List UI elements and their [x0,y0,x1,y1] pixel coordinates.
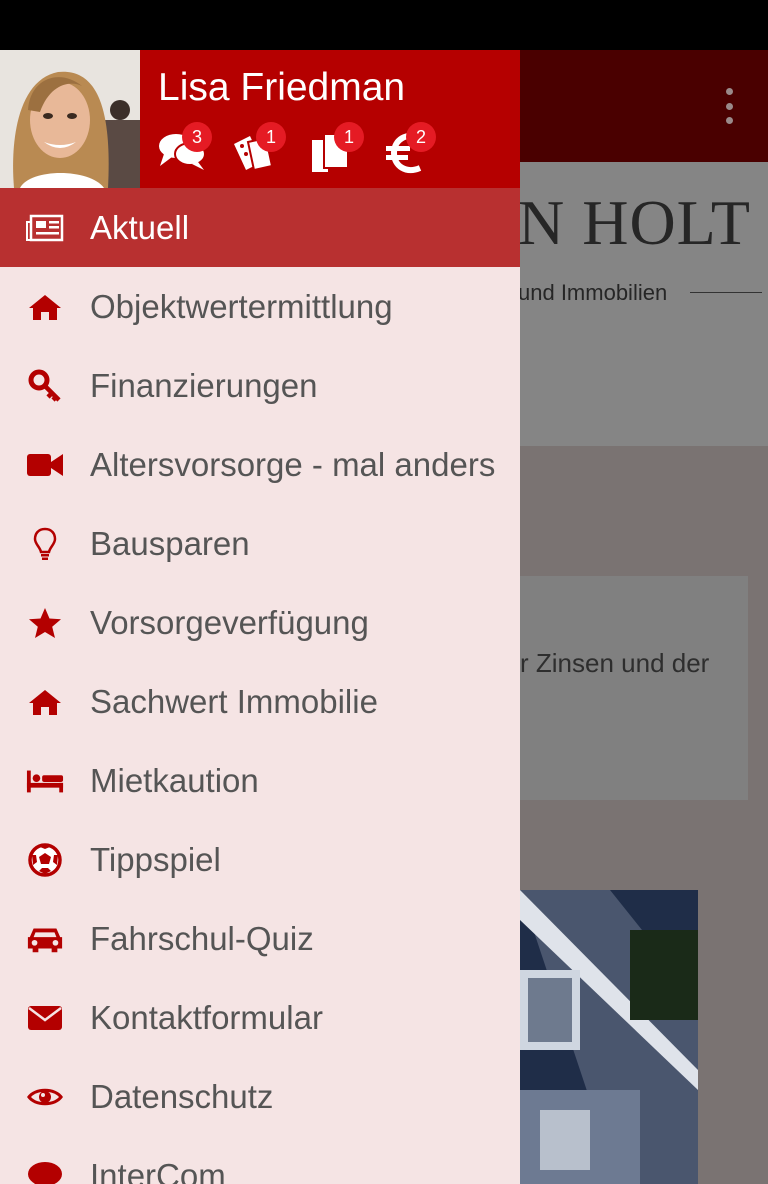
star-icon [26,604,64,642]
logo-divider [690,292,762,293]
avatar[interactable] [0,50,140,188]
menu-item-label: Datenschutz [90,1077,274,1115]
lightbulb-icon [26,525,64,563]
documents-badge: 1 [334,122,364,152]
home-icon [26,683,64,721]
messages-badge: 3 [182,122,212,152]
menu-item-label: Sachwert Immobilie [90,682,378,720]
newspaper-icon [26,209,64,247]
menu-item-finanzierungen[interactable]: Finanzierungen [0,346,520,425]
menu-item-label: Fahrschul-Quiz [90,919,314,957]
menu-item-altersvorsorge[interactable]: Altersvorsorge - mal anders [0,425,520,504]
menu-item-label: Tippspiel [90,840,221,878]
logo-subtitle: und Immobilien [518,280,668,305]
menu-item-label: Aktuell [90,208,190,246]
menu-item-label: Altersvorsorge - mal anders [90,445,496,483]
drawer-menu: Aktuell Objektwertermittlung Finanzierun… [0,188,520,1184]
menu-item-bausparen[interactable]: Bausparen [0,504,520,583]
car-icon [26,920,64,958]
soccer-ball-icon [26,841,64,879]
menu-item-label: Mietkaution [90,761,259,799]
menu-item-label: Vorsorgeverfügung [90,603,369,641]
menu-item-sachwert-immobilie[interactable]: Sachwert Immobilie [0,662,520,741]
menu-item-label: Kontaktformular [90,998,323,1036]
menu-item-label: InterCom [90,1156,226,1184]
documents-shortcut[interactable]: 1 [310,122,366,178]
eye-icon [26,1078,64,1116]
bed-icon [26,762,64,800]
menu-item-label: Objektwertermittlung [90,287,393,325]
menu-item-aktuell[interactable]: Aktuell [0,188,520,267]
chat-bubble-icon [26,1157,64,1184]
payments-shortcut[interactable]: 2 [386,122,442,178]
payments-badge: 2 [406,122,436,152]
menu-item-mietkaution[interactable]: Mietkaution [0,741,520,820]
news-card-text: r Zinsen und der [520,648,710,678]
key-icon [26,367,64,405]
coupons-shortcut[interactable]: 1 [232,122,288,178]
drawer-header: Lisa Friedman 3 1 1 2 [0,50,520,188]
home-icon [26,288,64,326]
menu-item-label: Finanzierungen [90,366,318,404]
envelope-icon [26,999,64,1037]
menu-item-vorsorgeverfuegung[interactable]: Vorsorgeverfügung [0,583,520,662]
messages-shortcut[interactable]: 3 [158,122,214,178]
navigation-drawer: Lisa Friedman 3 1 1 2 Aktuell Objektwert… [0,50,520,1184]
coupons-badge: 1 [256,122,286,152]
logo-title: N HOLT [518,187,751,258]
user-name: Lisa Friedman [158,66,406,109]
video-camera-icon [26,446,64,484]
menu-item-objektwertermittlung[interactable]: Objektwertermittlung [0,267,520,346]
menu-item-kontaktformular[interactable]: Kontaktformular [0,978,520,1057]
menu-item-label: Bausparen [90,524,250,562]
notification-badges: 3 1 1 2 [158,122,498,182]
menu-item-tippspiel[interactable]: Tippspiel [0,820,520,899]
overflow-menu-icon[interactable] [724,88,734,124]
menu-item-datenschutz[interactable]: Datenschutz [0,1057,520,1136]
status-bar [0,0,768,50]
menu-item-fahrschul-quiz[interactable]: Fahrschul-Quiz [0,899,520,978]
menu-item-intercom[interactable]: InterCom [0,1136,520,1184]
